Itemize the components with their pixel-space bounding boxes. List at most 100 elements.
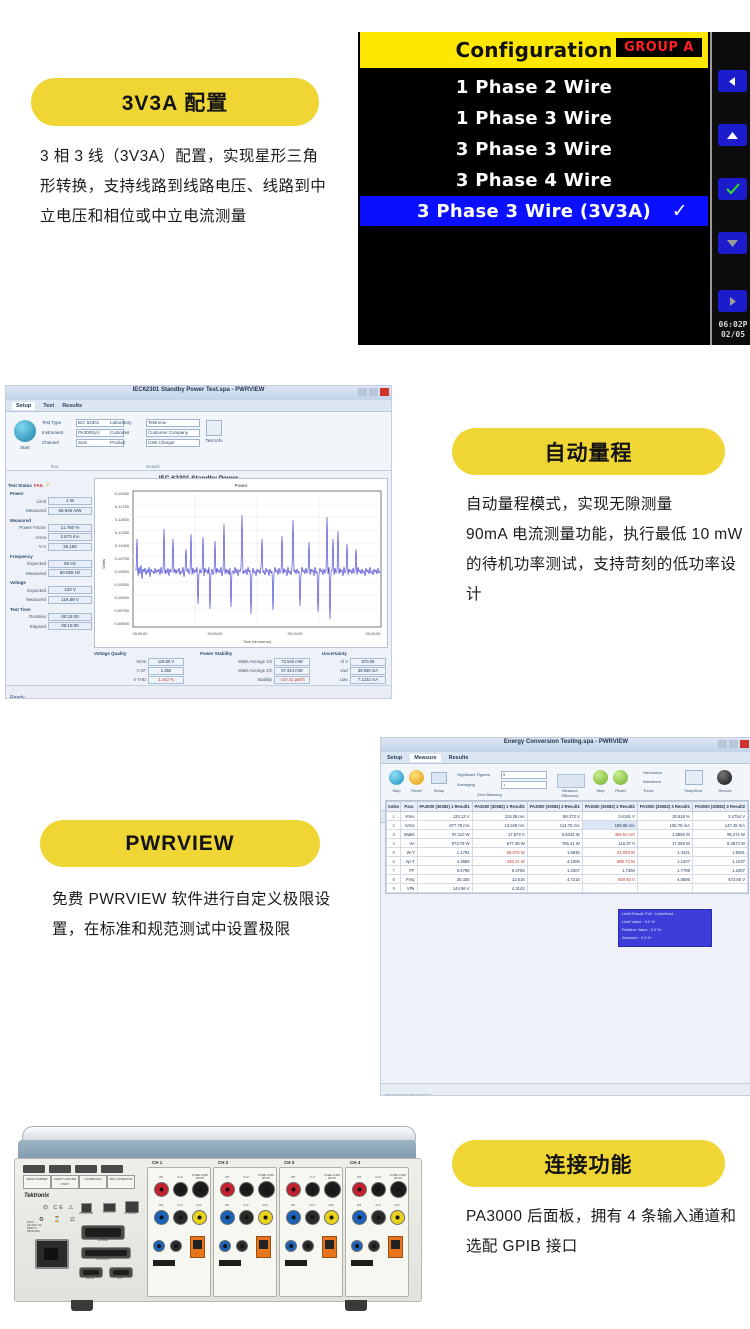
cell: 7 xyxy=(385,865,402,875)
table-row[interactable]: 8 Freq 35.435 13.616 4.7218 600.40 V 4.5896 673… xyxy=(385,874,749,884)
status-bar: Ready xyxy=(6,685,391,698)
harmonics-label[interactable]: Harmonics xyxy=(643,770,662,775)
field-value: 36.690 mA xyxy=(350,667,386,675)
lcd-down-button[interactable] xyxy=(718,232,747,254)
badge-label: 连接功能 xyxy=(544,1153,633,1177)
chassis-foot xyxy=(71,1300,93,1311)
lcd-forward-button[interactable] xyxy=(718,290,747,312)
integration-stop-button[interactable] xyxy=(593,770,608,785)
sigfig-field[interactable] xyxy=(501,771,547,779)
cell: 1.1207 xyxy=(636,856,693,866)
product-label: Product xyxy=(110,440,126,445)
setup-button[interactable] xyxy=(431,772,447,784)
power-stability-group: Power Stability Watts Average 1/2 72.545 … xyxy=(200,651,310,685)
window-title-bar: IEC62301 Standby Power Test.spa - PWRVIE… xyxy=(6,386,391,400)
table-row[interactable]: 2 Arms 877.75 mA 13.349 mA 114.75 mA 180.05 m… xyxy=(385,820,749,830)
integration-reset-button[interactable] xyxy=(613,770,628,785)
table-row[interactable]: 1 Vrms 120.13 V 119.38 mA 88.373 V 3.6191 V 30… xyxy=(385,811,749,821)
cell: 448.41 W xyxy=(471,856,528,866)
tab-test[interactable]: Test xyxy=(43,403,54,409)
a-hi-jack xyxy=(154,1210,169,1225)
start-button[interactable] xyxy=(14,420,36,442)
tooltip-line: Relative Value : 0.0 % xyxy=(622,927,662,932)
cell: 1 xyxy=(385,811,402,821)
window-controls[interactable] xyxy=(718,740,749,748)
svg-text:0.11000: 0.11000 xyxy=(115,543,130,548)
stop-button[interactable] xyxy=(389,770,404,785)
field-value[interactable]: 1 W xyxy=(48,497,92,505)
badge-label: 自动量程 xyxy=(544,441,633,465)
col-index: Index xyxy=(385,801,402,812)
lcd-option-row[interactable]: 1 Phase 2 Wire xyxy=(360,72,708,102)
channel-label: CH 3 xyxy=(284,1160,295,1165)
cell: 4.3143 xyxy=(471,883,528,893)
test-info-icon[interactable] xyxy=(206,420,222,436)
aux-jack-label: AUX xyxy=(328,1204,334,1207)
trend-label[interactable]: Trend xyxy=(643,788,653,793)
tooltip-line: Limit Value : 0.0 % xyxy=(622,919,656,924)
v-lo-label: V LO xyxy=(177,1176,183,1179)
lcd-ok-button[interactable] xyxy=(718,178,747,200)
lcd-option-row-selected[interactable]: 3 Phase 3 Wire (3V3A) ✓ xyxy=(360,196,708,226)
fused-current-shunt-jack xyxy=(324,1181,341,1198)
device-lcd-screenshot: Configuration GROUP A 1 Phase 2 Wire 1 P… xyxy=(358,32,750,345)
record-button[interactable] xyxy=(717,770,732,785)
channel-label: CH 4 xyxy=(350,1160,361,1165)
table-row[interactable]: 3 Watts 97.110 W 17.973 V 5.5042 W 455.51 mA 1… xyxy=(385,829,749,839)
lcd-option-row[interactable]: 3 Phase 3 Wire xyxy=(360,134,708,164)
snapshot-button[interactable] xyxy=(685,770,703,785)
table-row[interactable]: 6 Ap-T 4.3588 448.41 W 4.1005 899.73 W 1.1207 1… xyxy=(385,856,749,866)
section-text-3v3a: 3 相 3 线（3V3A）配置，实现星形三角形转换，支持线路到线路电压、线路到中… xyxy=(40,148,327,225)
lcd-option-row[interactable]: 3 Phase 4 Wire xyxy=(360,165,708,195)
v-hi-label: VHI xyxy=(225,1176,229,1179)
averaging-field[interactable] xyxy=(501,781,547,789)
instrument-value: PA3000(A) xyxy=(78,429,100,435)
cell: 1.5061 xyxy=(691,847,749,857)
lcd-back-button[interactable] xyxy=(718,70,747,92)
measurement-grid[interactable]: Index Para PA3000 (30082) 1 Result1 PA30… xyxy=(385,800,749,947)
ext-a-lo-jack xyxy=(302,1240,314,1252)
averaging-label: Averaging xyxy=(457,782,475,787)
tab-setup[interactable]: Setup xyxy=(12,401,36,410)
ribbon-tab-strip[interactable]: Setup Measure Results xyxy=(381,752,750,764)
tab-setup[interactable]: Setup xyxy=(387,755,402,761)
measurement-table: Index Para PA3000 (30082) 1 Result1 PA30… xyxy=(385,801,749,893)
measure-efficiency-button[interactable] xyxy=(557,774,585,788)
measure-efficiency-label: Measure Efficiency xyxy=(561,788,579,798)
sigfig-label: Significant Figures xyxy=(457,772,490,777)
cell: 30.518 % xyxy=(636,811,693,821)
cell: 120.13 V xyxy=(416,811,473,821)
group-title-power: Power xyxy=(10,491,24,496)
reset-button[interactable] xyxy=(409,770,424,785)
table-row[interactable]: 7 PF 9.4786 6.4756 1.2007 1.7306 1.7798 1.2307 xyxy=(385,865,749,875)
field-value[interactable]: 60 Hz xyxy=(48,559,92,568)
v-hi-jack xyxy=(352,1182,367,1197)
tab-measure[interactable]: Measure xyxy=(410,753,441,762)
section-text-connectivity: PA3000 后面板，拥有 4 条输入通道和选配 GPIB 接口 xyxy=(466,1208,737,1255)
v-hi-label: VHI xyxy=(291,1176,295,1179)
field-value[interactable]: 120 V xyxy=(48,586,92,594)
table-row[interactable]: 4 VA 873.78 W 677.38 W 785.41 W 116.37 V 17.45… xyxy=(385,838,749,848)
waveform-label[interactable]: Waveform xyxy=(643,779,661,784)
tab-results[interactable]: Results xyxy=(449,755,469,761)
ext-v-hi-jack xyxy=(285,1240,297,1252)
table-row[interactable]: 5 W-T 1.1792 58.970 W 1.5846 44.029 W 1.4431 1.… xyxy=(385,847,749,857)
svg-text:0.09500: 0.09500 xyxy=(115,621,130,626)
lcd-up-button[interactable] xyxy=(718,124,747,146)
aux-jack xyxy=(258,1210,273,1225)
averaging-value: 1 xyxy=(503,781,506,787)
cell: 1.5846 xyxy=(526,847,583,857)
tab-results[interactable]: Results xyxy=(62,403,82,409)
table-row[interactable]: 9 VPk 144.96 V 4.3143 xyxy=(385,883,749,893)
cell: 6 xyxy=(385,856,402,866)
cell: Freq xyxy=(400,874,418,884)
ribbon-tab-strip[interactable]: Setup Test Results xyxy=(6,400,391,412)
cell: 58.970 W xyxy=(471,847,528,857)
window-controls[interactable] xyxy=(358,388,389,396)
field-value[interactable]: 00:15:00 xyxy=(48,612,92,621)
cell: 5 xyxy=(385,847,402,857)
vent-slot xyxy=(49,1165,71,1173)
x-axis-label: Time (hh:mm:ss) xyxy=(243,640,272,644)
lcd-option-row[interactable]: 1 Phase 3 Wire xyxy=(360,103,708,133)
shunt-label: FUSED CURR SHUNT xyxy=(324,1174,340,1180)
